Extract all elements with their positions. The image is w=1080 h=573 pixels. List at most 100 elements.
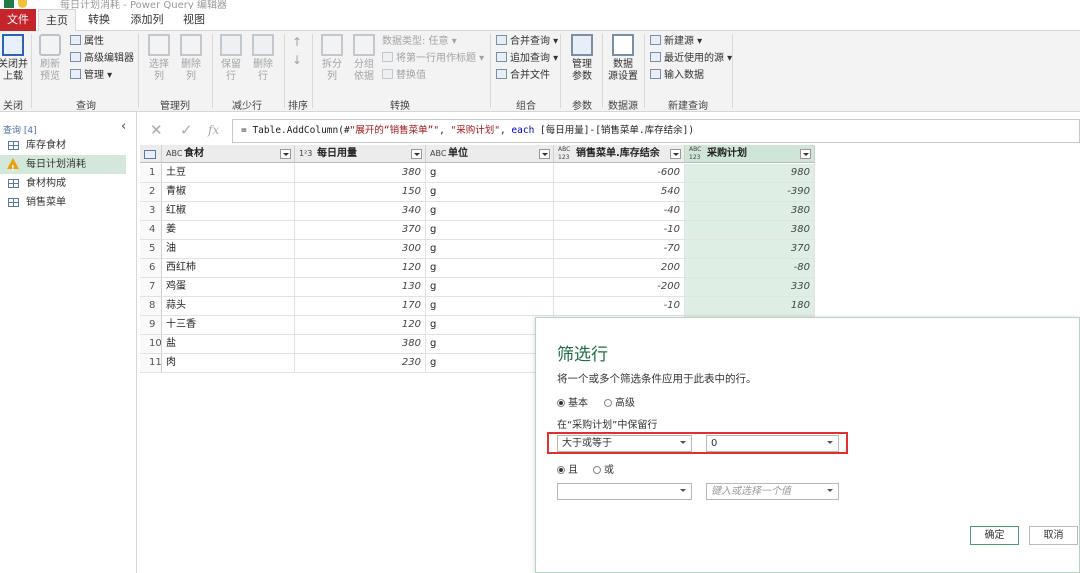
remove-rows-button[interactable]: 删除 行 (248, 34, 278, 83)
cancel-button[interactable]: 取消 (1029, 526, 1078, 545)
table-cell[interactable]: -70 (554, 240, 685, 259)
recent-sources-button[interactable]: 最近使用的源 ▾ (650, 52, 732, 66)
table-cell[interactable]: -600 (554, 164, 685, 183)
table-cell[interactable]: 盐 (162, 335, 295, 354)
column-type-icon[interactable]: ABC (430, 145, 446, 163)
merge-queries-button[interactable]: 合并查询 ▾ (496, 35, 558, 49)
first-row-headers-button[interactable]: 将第一行用作标题 ▾ (382, 52, 484, 66)
table-cell[interactable]: g (426, 240, 554, 259)
column-header-selected[interactable]: ABC 123 采购计划 (685, 145, 815, 163)
table-cell[interactable]: 370 (295, 221, 426, 240)
table-menu-icon[interactable] (140, 145, 162, 163)
tab-file[interactable]: 文件 (0, 9, 36, 31)
column-header[interactable]: ABC 单位 (426, 145, 554, 163)
table-cell[interactable]: -390 (685, 183, 815, 202)
table-row[interactable]: 5 油 300 g -70 370 (140, 240, 815, 259)
table-cell[interactable]: -10 (554, 221, 685, 240)
table-cell[interactable]: 油 (162, 240, 295, 259)
column-header[interactable]: ABC 食材 (162, 145, 295, 163)
confirm-formula-icon[interactable]: ✓ (180, 121, 193, 139)
value-combobox[interactable]: 0 (706, 435, 839, 452)
or-radio[interactable]: 或 (593, 461, 614, 476)
table-cell[interactable]: 340 (295, 202, 426, 221)
table-cell[interactable]: 540 (554, 183, 685, 202)
table-row[interactable]: 4 姜 370 g -10 380 (140, 221, 815, 240)
table-row[interactable]: 3 红椒 340 g -40 380 (140, 202, 815, 221)
column-filter-dropdown[interactable] (280, 149, 291, 159)
tab-transform[interactable]: 转换 (80, 9, 118, 31)
manage-parameters-button[interactable]: 管理 参数 (566, 34, 598, 83)
tab-view[interactable]: 视图 (176, 9, 212, 31)
table-cell[interactable]: 十三香 (162, 316, 295, 335)
column-filter-dropdown[interactable] (539, 149, 550, 159)
query-item-selected[interactable]: 每日计划消耗 (0, 155, 126, 178)
table-cell[interactable]: g (426, 278, 554, 297)
cancel-formula-icon[interactable]: ✕ (150, 121, 163, 139)
table-cell[interactable]: 230 (295, 354, 426, 373)
table-cell[interactable]: 120 (295, 316, 426, 335)
function-icon[interactable]: fx (208, 123, 219, 137)
table-cell[interactable]: 青椒 (162, 183, 295, 202)
tab-add-column[interactable]: 添加列 (124, 9, 170, 31)
query-item[interactable]: 食材构成 (0, 174, 126, 193)
mode-basic-radio[interactable]: 基本 (557, 394, 588, 409)
table-cell[interactable]: 150 (295, 183, 426, 202)
table-cell[interactable]: 980 (685, 164, 815, 183)
table-row[interactable]: 1 土豆 380 g -600 980 (140, 164, 815, 183)
table-cell[interactable]: 180 (685, 297, 815, 316)
table-cell[interactable]: 西红柿 (162, 259, 295, 278)
table-cell[interactable]: 200 (554, 259, 685, 278)
table-cell[interactable]: 红椒 (162, 202, 295, 221)
smiley-icon[interactable] (18, 0, 27, 8)
keep-rows-button[interactable]: 保留 行 (216, 34, 246, 83)
table-cell[interactable]: 120 (295, 259, 426, 278)
query-item[interactable]: 库存食材 (0, 136, 126, 155)
table-row[interactable]: 6 西红柿 120 g 200 -80 (140, 259, 815, 278)
choose-columns-button[interactable]: 选择 列 (144, 34, 174, 83)
data-source-settings-button[interactable]: 数据 源设置 (606, 34, 640, 83)
group-by-button[interactable]: 分组 依据 (350, 34, 378, 83)
tab-home[interactable]: 主页 (38, 9, 76, 32)
table-row[interactable]: 2 青椒 150 g 540 -390 (140, 183, 815, 202)
table-cell[interactable]: -40 (554, 202, 685, 221)
table-cell[interactable]: 380 (685, 202, 815, 221)
table-cell[interactable]: 蒜头 (162, 297, 295, 316)
new-source-button[interactable]: 新建源 ▾ (650, 35, 702, 49)
query-item[interactable]: 销售菜单 (0, 193, 126, 212)
and-radio[interactable]: 且 (557, 461, 578, 476)
remove-columns-button[interactable]: 删除 列 (176, 34, 206, 83)
enter-data-button[interactable]: 输入数据 (650, 69, 704, 83)
operator2-select[interactable] (557, 483, 692, 500)
close-load-button[interactable]: 关闭并 上载 (0, 34, 28, 83)
table-cell[interactable]: g (426, 164, 554, 183)
data-type-dropdown[interactable]: 数据类型: 任意 ▾ (382, 35, 457, 49)
sort-ascending-icon[interactable]: ↑ (292, 35, 302, 49)
column-filter-dropdown[interactable] (670, 149, 681, 159)
replace-values-button[interactable]: 替换值 (382, 69, 426, 83)
append-queries-button[interactable]: 追加查询 ▾ (496, 52, 558, 66)
value2-combobox[interactable]: 键入或选择一个值 (706, 483, 839, 500)
table-cell[interactable]: -10 (554, 297, 685, 316)
table-row[interactable]: 7 鸡蛋 130 g -200 330 (140, 278, 815, 297)
column-header[interactable]: 1²3 每日用量 (295, 145, 426, 163)
properties-button[interactable]: 属性 (70, 35, 104, 49)
ok-button[interactable]: 确定 (970, 526, 1019, 545)
table-cell[interactable]: -80 (685, 259, 815, 278)
table-cell[interactable]: 380 (295, 335, 426, 354)
table-cell[interactable]: 土豆 (162, 164, 295, 183)
sort-descending-icon[interactable]: ↓ (292, 53, 302, 67)
manage-button[interactable]: 管理 ▾ (70, 69, 112, 83)
table-cell[interactable]: g (426, 202, 554, 221)
combine-files-button[interactable]: 合并文件 (496, 69, 550, 83)
table-cell[interactable]: 300 (295, 240, 426, 259)
table-cell[interactable]: 肉 (162, 354, 295, 373)
column-filter-dropdown[interactable] (411, 149, 422, 159)
collapse-pane-icon[interactable]: ‹ (121, 119, 126, 134)
table-cell[interactable]: g (426, 297, 554, 316)
table-cell[interactable]: g (426, 183, 554, 202)
table-cell[interactable]: 130 (295, 278, 426, 297)
column-type-icon[interactable]: 1²3 (299, 145, 312, 163)
table-row[interactable]: 8 蒜头 170 g -10 180 (140, 297, 815, 316)
formula-input[interactable]: = Table.AddColumn(#"展开的“销售菜单”", "采购计划", … (232, 119, 1080, 143)
table-cell[interactable]: 380 (685, 221, 815, 240)
